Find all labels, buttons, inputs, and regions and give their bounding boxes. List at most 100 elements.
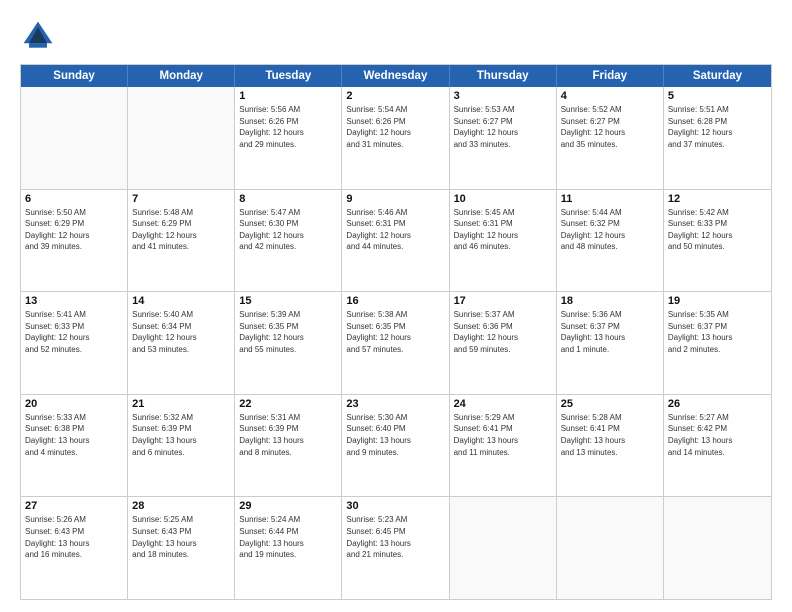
day-number: 23 [346, 398, 444, 410]
cal-day-10: 10 Sunrise: 5:45 AM Sunset: 6:31 PM Dayli… [450, 190, 557, 292]
cal-day-30: 30 Sunrise: 5:23 AM Sunset: 6:45 PM Dayli… [342, 497, 449, 599]
cal-header-wednesday: Wednesday [342, 65, 449, 87]
day-number: 29 [239, 500, 337, 512]
day-info: Sunrise: 5:51 AM Sunset: 6:28 PM Dayligh… [668, 104, 767, 150]
cal-day-7: 7Sunrise: 5:48 AM Sunset: 6:29 PM Daylig… [128, 190, 235, 292]
day-number: 28 [132, 500, 230, 512]
day-number: 17 [454, 295, 552, 307]
cal-day-5: 5 Sunrise: 5:51 AM Sunset: 6:28 PM Daylig… [664, 87, 771, 189]
cal-day-27: 27 Sunrise: 5:26 AM Sunset: 6:43 PM Dayli… [21, 497, 128, 599]
cal-day-empty [664, 497, 771, 599]
day-info: Sunrise: 5:50 AM Sunset: 6:29 PM Dayligh… [25, 207, 123, 253]
cal-week-4: 20 Sunrise: 5:33 AM Sunset: 6:38 PM Dayli… [21, 395, 771, 498]
cal-header-tuesday: Tuesday [235, 65, 342, 87]
day-number: 7 [132, 193, 230, 205]
day-info: Sunrise: 5:44 AM Sunset: 6:32 PM Dayligh… [561, 207, 659, 253]
cal-day-20: 20 Sunrise: 5:33 AM Sunset: 6:38 PM Dayli… [21, 395, 128, 497]
cal-day-24: 24 Sunrise: 5:29 AM Sunset: 6:41 PM Dayli… [450, 395, 557, 497]
cal-day-9: 9 Sunrise: 5:46 AM Sunset: 6:31 PM Daylig… [342, 190, 449, 292]
day-number: 21 [132, 398, 230, 410]
day-info: Sunrise: 5:40 AM Sunset: 6:34 PM Dayligh… [132, 309, 230, 355]
cal-week-3: 13Sunrise: 5:41 AM Sunset: 6:33 PM Dayli… [21, 292, 771, 395]
cal-day-21: 21 Sunrise: 5:32 AM Sunset: 6:39 PM Dayli… [128, 395, 235, 497]
cal-day-26: 26Sunrise: 5:27 AM Sunset: 6:42 PM Dayli… [664, 395, 771, 497]
day-number: 22 [239, 398, 337, 410]
day-info: Sunrise: 5:37 AM Sunset: 6:36 PM Dayligh… [454, 309, 552, 355]
day-info: Sunrise: 5:47 AM Sunset: 6:30 PM Dayligh… [239, 207, 337, 253]
day-number: 15 [239, 295, 337, 307]
day-info: Sunrise: 5:33 AM Sunset: 6:38 PM Dayligh… [25, 412, 123, 458]
day-info: Sunrise: 5:45 AM Sunset: 6:31 PM Dayligh… [454, 207, 552, 253]
cal-week-5: 27 Sunrise: 5:26 AM Sunset: 6:43 PM Dayli… [21, 497, 771, 599]
day-number: 12 [668, 193, 767, 205]
cal-day-empty [450, 497, 557, 599]
cal-week-2: 6 Sunrise: 5:50 AM Sunset: 6:29 PM Daylig… [21, 190, 771, 293]
cal-header-friday: Friday [557, 65, 664, 87]
cal-day-16: 16 Sunrise: 5:38 AM Sunset: 6:35 PM Dayli… [342, 292, 449, 394]
cal-day-18: 18 Sunrise: 5:36 AM Sunset: 6:37 PM Dayli… [557, 292, 664, 394]
day-number: 6 [25, 193, 123, 205]
day-number: 27 [25, 500, 123, 512]
day-info: Sunrise: 5:23 AM Sunset: 6:45 PM Dayligh… [346, 514, 444, 560]
day-info: Sunrise: 5:31 AM Sunset: 6:39 PM Dayligh… [239, 412, 337, 458]
day-info: Sunrise: 5:29 AM Sunset: 6:41 PM Dayligh… [454, 412, 552, 458]
day-info: Sunrise: 5:38 AM Sunset: 6:35 PM Dayligh… [346, 309, 444, 355]
logo [20, 18, 60, 54]
day-info: Sunrise: 5:53 AM Sunset: 6:27 PM Dayligh… [454, 104, 552, 150]
day-number: 5 [668, 90, 767, 102]
cal-day-13: 13Sunrise: 5:41 AM Sunset: 6:33 PM Dayli… [21, 292, 128, 394]
day-number: 1 [239, 90, 337, 102]
cal-week-1: 1 Sunrise: 5:56 AM Sunset: 6:26 PM Daylig… [21, 87, 771, 190]
day-info: Sunrise: 5:36 AM Sunset: 6:37 PM Dayligh… [561, 309, 659, 355]
cal-day-25: 25 Sunrise: 5:28 AM Sunset: 6:41 PM Dayli… [557, 395, 664, 497]
day-number: 9 [346, 193, 444, 205]
day-info: Sunrise: 5:39 AM Sunset: 6:35 PM Dayligh… [239, 309, 337, 355]
cal-header-thursday: Thursday [450, 65, 557, 87]
cal-day-3: 3Sunrise: 5:53 AM Sunset: 6:27 PM Daylig… [450, 87, 557, 189]
calendar: SundayMondayTuesdayWednesdayThursdayFrid… [20, 64, 772, 600]
cal-day-14: 14 Sunrise: 5:40 AM Sunset: 6:34 PM Dayli… [128, 292, 235, 394]
calendar-header-row: SundayMondayTuesdayWednesdayThursdayFrid… [21, 65, 771, 87]
day-info: Sunrise: 5:26 AM Sunset: 6:43 PM Dayligh… [25, 514, 123, 560]
cal-day-11: 11 Sunrise: 5:44 AM Sunset: 6:32 PM Dayli… [557, 190, 664, 292]
cal-header-saturday: Saturday [664, 65, 771, 87]
day-info: Sunrise: 5:42 AM Sunset: 6:33 PM Dayligh… [668, 207, 767, 253]
header [20, 18, 772, 54]
cal-day-empty [128, 87, 235, 189]
cal-day-29: 29Sunrise: 5:24 AM Sunset: 6:44 PM Dayli… [235, 497, 342, 599]
cal-day-6: 6 Sunrise: 5:50 AM Sunset: 6:29 PM Daylig… [21, 190, 128, 292]
day-number: 20 [25, 398, 123, 410]
cal-day-23: 23Sunrise: 5:30 AM Sunset: 6:40 PM Dayli… [342, 395, 449, 497]
cal-day-empty [21, 87, 128, 189]
cal-day-19: 19 Sunrise: 5:35 AM Sunset: 6:37 PM Dayli… [664, 292, 771, 394]
day-number: 25 [561, 398, 659, 410]
day-info: Sunrise: 5:46 AM Sunset: 6:31 PM Dayligh… [346, 207, 444, 253]
cal-day-17: 17 Sunrise: 5:37 AM Sunset: 6:36 PM Dayli… [450, 292, 557, 394]
day-info: Sunrise: 5:56 AM Sunset: 6:26 PM Dayligh… [239, 104, 337, 150]
day-number: 19 [668, 295, 767, 307]
day-number: 30 [346, 500, 444, 512]
day-info: Sunrise: 5:28 AM Sunset: 6:41 PM Dayligh… [561, 412, 659, 458]
day-info: Sunrise: 5:54 AM Sunset: 6:26 PM Dayligh… [346, 104, 444, 150]
day-number: 24 [454, 398, 552, 410]
logo-icon [20, 18, 56, 54]
calendar-body: 1 Sunrise: 5:56 AM Sunset: 6:26 PM Daylig… [21, 87, 771, 599]
day-info: Sunrise: 5:25 AM Sunset: 6:43 PM Dayligh… [132, 514, 230, 560]
day-number: 11 [561, 193, 659, 205]
cal-day-4: 4Sunrise: 5:52 AM Sunset: 6:27 PM Daylig… [557, 87, 664, 189]
day-info: Sunrise: 5:41 AM Sunset: 6:33 PM Dayligh… [25, 309, 123, 355]
cal-day-15: 15 Sunrise: 5:39 AM Sunset: 6:35 PM Dayli… [235, 292, 342, 394]
day-number: 16 [346, 295, 444, 307]
day-number: 18 [561, 295, 659, 307]
cal-day-12: 12 Sunrise: 5:42 AM Sunset: 6:33 PM Dayli… [664, 190, 771, 292]
cal-day-22: 22 Sunrise: 5:31 AM Sunset: 6:39 PM Dayli… [235, 395, 342, 497]
page: SundayMondayTuesdayWednesdayThursdayFrid… [0, 0, 792, 612]
day-info: Sunrise: 5:27 AM Sunset: 6:42 PM Dayligh… [668, 412, 767, 458]
cal-day-8: 8Sunrise: 5:47 AM Sunset: 6:30 PM Daylig… [235, 190, 342, 292]
day-info: Sunrise: 5:32 AM Sunset: 6:39 PM Dayligh… [132, 412, 230, 458]
day-info: Sunrise: 5:52 AM Sunset: 6:27 PM Dayligh… [561, 104, 659, 150]
day-info: Sunrise: 5:35 AM Sunset: 6:37 PM Dayligh… [668, 309, 767, 355]
day-number: 10 [454, 193, 552, 205]
day-number: 14 [132, 295, 230, 307]
cal-day-2: 2Sunrise: 5:54 AM Sunset: 6:26 PM Daylig… [342, 87, 449, 189]
